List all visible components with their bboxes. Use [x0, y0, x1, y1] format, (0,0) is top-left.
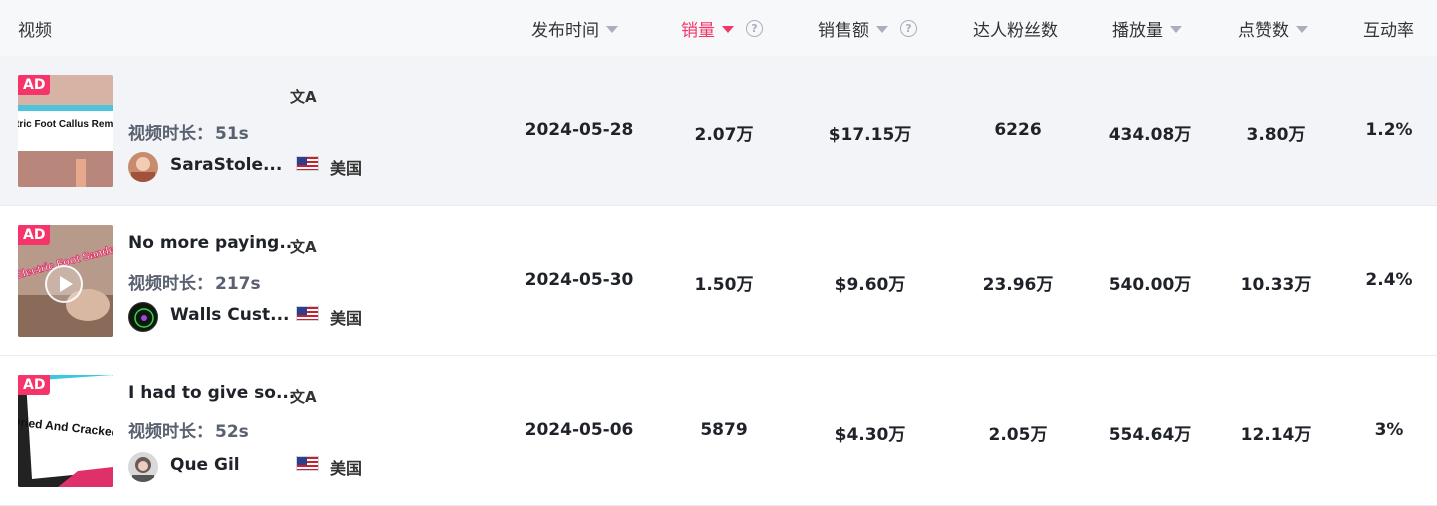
revenue-value: $9.60万: [834, 275, 906, 295]
header-views[interactable]: 播放量: [1112, 0, 1182, 56]
sales-value: 1.50万: [694, 275, 754, 295]
country-label: 美国: [330, 459, 363, 478]
author-name[interactable]: SaraStole...: [170, 155, 282, 175]
help-icon[interactable]: ?: [746, 19, 763, 37]
likes-value: 3.80万: [1246, 125, 1306, 145]
video-duration: 视频时长： 51s: [128, 124, 249, 144]
avatar[interactable]: [128, 452, 158, 482]
publish-date: 2024-05-28: [524, 120, 634, 140]
header-publish-time[interactable]: 发布时间: [531, 0, 618, 56]
header-sales[interactable]: 销量?: [681, 0, 763, 56]
author-name[interactable]: Que Gil: [170, 455, 240, 475]
header-revenue[interactable]: 销售额?: [818, 0, 917, 56]
sort-caret-icon[interactable]: [876, 25, 888, 33]
us-flag-icon: [296, 456, 319, 471]
sort-caret-icon[interactable]: [722, 25, 734, 33]
help-icon[interactable]: ?: [900, 19, 917, 37]
views-value: 554.64万: [1108, 425, 1192, 445]
thumbnail-text: Electric Foot Callus Remover: [18, 119, 113, 130]
country-label: 美国: [330, 159, 363, 178]
followers-value: 6226: [994, 120, 1042, 140]
video-thumbnail[interactable]: Dried And Cracked AD: [18, 375, 113, 487]
avatar[interactable]: [128, 302, 158, 332]
engagement-value: 1.2%: [1365, 120, 1413, 140]
likes-value: 10.33万: [1240, 275, 1312, 295]
translate-icon[interactable]: 文A: [290, 86, 317, 107]
table-row[interactable]: Electric Foot Callus Remover AD 文A 视频时长：…: [0, 56, 1437, 206]
us-flag-icon: [296, 306, 319, 321]
video-title[interactable]: I had to give so...: [128, 383, 295, 403]
video-title[interactable]: No more paying...: [128, 233, 299, 253]
sales-value: 5879: [700, 420, 748, 440]
ad-badge: AD: [18, 225, 51, 245]
video-duration: 视频时长： 217s: [128, 274, 261, 294]
translate-icon[interactable]: 文A: [290, 386, 317, 407]
sort-caret-icon[interactable]: [606, 25, 618, 33]
followers-value: 2.05万: [988, 425, 1048, 445]
views-value: 434.08万: [1108, 125, 1192, 145]
publish-date: 2024-05-06: [524, 420, 634, 440]
followers-value: 23.96万: [982, 275, 1054, 295]
table-row[interactable]: Electric Foot Sander AD No more paying..…: [0, 206, 1437, 356]
revenue-value: $4.30万: [834, 425, 906, 445]
engagement-value: 3%: [1374, 420, 1404, 440]
translate-icon[interactable]: 文A: [290, 236, 317, 257]
revenue-value: $17.15万: [828, 125, 912, 145]
publish-date: 2024-05-30: [524, 270, 634, 290]
ad-badge: AD: [18, 75, 51, 95]
video-thumbnail[interactable]: Electric Foot Sander AD: [18, 225, 113, 337]
sales-value: 2.07万: [694, 125, 754, 145]
table-header: 视频 发布时间 销量? 销售额? 达人粉丝数 播放量 点赞数 互动率: [0, 0, 1437, 56]
sort-caret-icon[interactable]: [1296, 25, 1308, 33]
us-flag-icon: [296, 156, 319, 171]
author-name[interactable]: Walls Cust...: [170, 305, 290, 325]
video-thumbnail[interactable]: Electric Foot Callus Remover AD: [18, 75, 113, 187]
sort-caret-icon[interactable]: [1170, 25, 1182, 33]
country-label: 美国: [330, 309, 363, 328]
likes-value: 12.14万: [1240, 425, 1312, 445]
header-followers: 达人粉丝数: [973, 20, 1058, 41]
header-engagement: 互动率: [1363, 20, 1414, 41]
avatar[interactable]: [128, 152, 158, 182]
views-value: 540.00万: [1108, 275, 1192, 295]
play-icon[interactable]: [45, 265, 83, 303]
header-video: 视频: [18, 20, 52, 41]
header-likes[interactable]: 点赞数: [1238, 0, 1308, 56]
table-row[interactable]: Dried And Cracked AD I had to give so...…: [0, 356, 1437, 506]
video-duration: 视频时长： 52s: [128, 422, 249, 442]
ad-badge: AD: [18, 375, 51, 395]
engagement-value: 2.4%: [1365, 270, 1413, 290]
